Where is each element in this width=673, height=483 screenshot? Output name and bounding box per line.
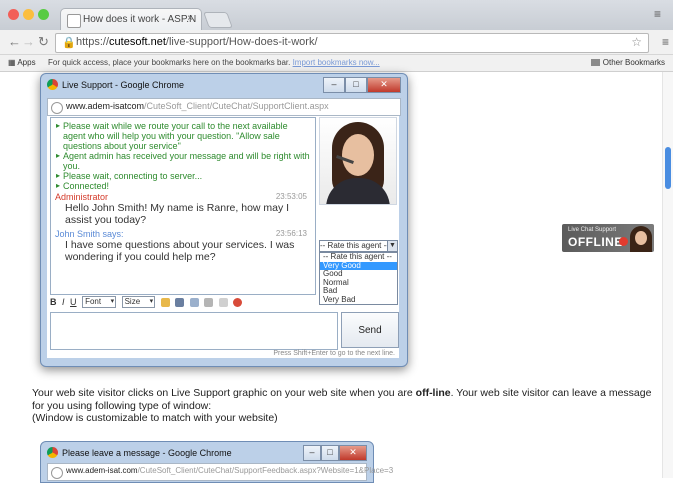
popup-title: Live Support - Google Chrome: [62, 80, 185, 90]
size-select[interactable]: Size: [121, 296, 156, 308]
font-select[interactable]: Font: [82, 296, 117, 308]
agent-message: Hello John Smith! My name is Ranre, how …: [65, 202, 290, 226]
system-message: Please wait, connecting to server...: [55, 171, 311, 181]
rate-agent-select[interactable]: -- Rate this agent -- ▼: [319, 240, 398, 252]
agent-panel: -- Rate this agent -- ▼ -- Rate this age…: [319, 117, 398, 305]
popup-content: Please wait while we route your call to …: [47, 116, 399, 358]
footer-hint: Press Shift+Enter to go to the next line…: [273, 350, 395, 357]
lock-icon: 🔒: [62, 37, 76, 49]
bookmarks-hint: For quick access, place your bookmarks h…: [48, 58, 380, 67]
live-support-popup-window: Live Support - Google Chrome – □ ✕ www.a…: [40, 73, 408, 367]
bookmarks-bar: ▦ Apps For quick access, place your book…: [0, 55, 673, 72]
browser-tab[interactable]: How does it work - ASP.N ×: [60, 8, 202, 31]
visitor-message: I have some questions about your service…: [65, 239, 295, 263]
popup-address-bar[interactable]: www.adem-isatcom/CuteSoft_Client/CuteCha…: [47, 98, 401, 116]
send-button[interactable]: Send: [341, 312, 399, 348]
agent-avatar: [630, 226, 652, 252]
sound-icon[interactable]: [175, 297, 185, 307]
page-icon: [51, 467, 63, 479]
emoticon-icon[interactable]: [160, 297, 170, 307]
badge-status: OFFLINE: [568, 235, 623, 249]
visitor-timestamp: 23:56:13: [275, 229, 307, 238]
close-button[interactable]: ✕: [367, 77, 401, 93]
leave-message-popup-window: Please leave a message - Google Chrome –…: [40, 441, 393, 483]
popup2-title: Please leave a message - Google Chrome: [62, 448, 232, 458]
rate-agent-options: -- Rate this agent -- Very Good Good Nor…: [319, 252, 398, 305]
status-dot-icon: [619, 237, 628, 246]
message-input[interactable]: [50, 312, 338, 350]
customizable-note: (Window is customizable to match with yo…: [32, 412, 278, 424]
page-description: Your web site visitor clicks on Live Sup…: [32, 387, 662, 425]
system-message: Agent admin has received your message an…: [55, 151, 311, 171]
url-text: https://cutesoft.net/live-support/How-do…: [76, 36, 318, 48]
popup2-url: www.adem-isat.com/CuteSoft_Client/CuteCh…: [66, 466, 394, 475]
reload-icon[interactable]: ↻: [38, 34, 49, 50]
system-message: Connected!: [55, 181, 311, 191]
tab-strip: How does it work - ASP.N × ≡: [0, 0, 673, 31]
window-buttons: – □ ✕: [303, 445, 367, 461]
hamburger-menu-icon[interactable]: ≡: [662, 35, 669, 49]
file-icon[interactable]: [204, 297, 214, 307]
print-icon[interactable]: [218, 297, 228, 307]
address-bar[interactable]: 🔒 https://cutesoft.net/live-support/How-…: [55, 33, 649, 53]
apps-shortcut[interactable]: ▦ Apps: [8, 58, 36, 67]
popup-titlebar: Live Support - Google Chrome – □ ✕: [41, 74, 407, 96]
window-buttons: – □ ✕: [323, 77, 401, 93]
page-icon: [51, 102, 63, 114]
maximize-button[interactable]: □: [345, 77, 367, 93]
chrome-icon: [47, 79, 58, 90]
chat-transcript: Please wait while we route your call to …: [50, 117, 316, 295]
minimize-window-button[interactable]: [23, 9, 34, 20]
star-icon[interactable]: ☆: [631, 35, 642, 49]
visitor-name: John Smith says:: [55, 229, 124, 239]
bold-button[interactable]: B: [50, 297, 57, 307]
other-bookmarks[interactable]: Other Bookmarks: [590, 58, 665, 67]
formatting-toolbar: B I U Font Size: [50, 296, 312, 310]
description-paragraph: Your web site visitor clicks on Live Sup…: [32, 387, 652, 412]
user-menu-icon[interactable]: ≡: [654, 7, 661, 21]
import-bookmarks-link[interactable]: Import bookmarks now...: [293, 58, 380, 67]
badge-subtitle: Live Chat Support: [568, 227, 617, 233]
popup-url: www.adem-isatcom/CuteSoft_Client/CuteCha…: [66, 101, 329, 111]
chevron-down-icon: ▼: [387, 241, 397, 251]
rating-option[interactable]: Very Bad: [320, 295, 397, 305]
live-support-offline-badge[interactable]: Live Chat Support OFFLINE: [562, 224, 654, 252]
agent-timestamp: 23:53:05: [275, 192, 307, 201]
favicon-icon: [67, 14, 81, 28]
minimize-button[interactable]: –: [303, 445, 321, 461]
close-window-button[interactable]: [8, 9, 19, 20]
agent-photo: [319, 117, 397, 205]
new-tab-button[interactable]: [203, 12, 233, 28]
tab-title: How does it work - ASP.N: [83, 14, 197, 25]
close-button[interactable]: ✕: [339, 445, 367, 461]
tab-close-icon[interactable]: ×: [187, 13, 193, 24]
stop-icon[interactable]: [233, 297, 243, 307]
system-message: Please wait while we route your call to …: [55, 121, 311, 151]
page-scrollbar[interactable]: [662, 72, 673, 478]
agent-name: Administrator: [55, 192, 109, 202]
minimize-button[interactable]: –: [323, 77, 345, 93]
forward-arrow-icon[interactable]: →: [22, 34, 35, 49]
image-icon[interactable]: [189, 297, 199, 307]
scrollbar-thumb[interactable]: [665, 147, 671, 189]
maximize-button[interactable]: □: [321, 445, 339, 461]
popup2-address-bar[interactable]: www.adem-isat.com/CuteSoft_Client/CuteCh…: [47, 463, 393, 481]
back-arrow-icon[interactable]: ←: [8, 34, 21, 49]
underline-button[interactable]: U: [70, 297, 77, 307]
folder-icon: [590, 59, 600, 66]
chrome-icon: [47, 447, 58, 458]
zoom-window-button[interactable]: [38, 9, 49, 20]
italic-button[interactable]: I: [62, 297, 65, 307]
browser-toolbar: ← → ↻ 🔒 https://cutesoft.net/live-suppor…: [0, 30, 673, 55]
